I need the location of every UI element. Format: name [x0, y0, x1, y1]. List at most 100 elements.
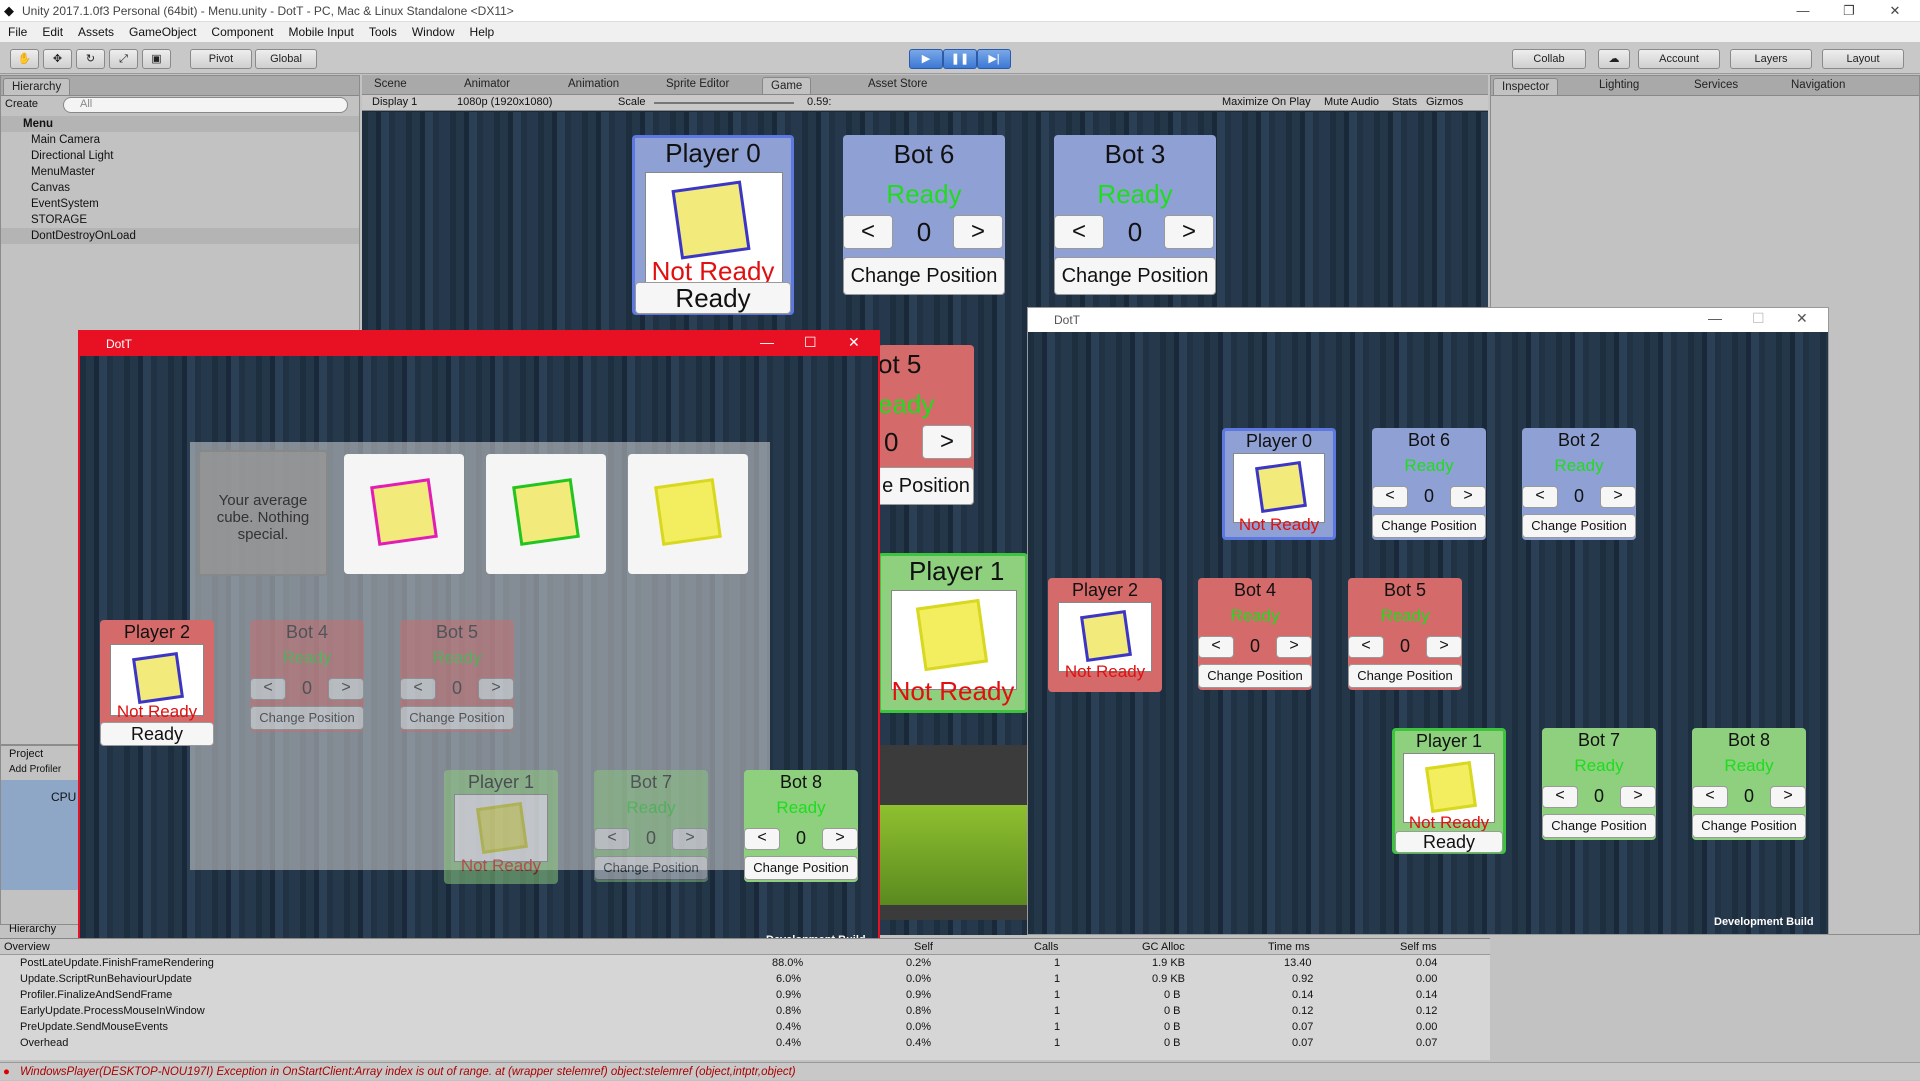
- account-dropdown[interactable]: Account: [1638, 49, 1720, 69]
- menu-gameobject[interactable]: GameObject: [121, 22, 203, 39]
- next-button[interactable]: >: [953, 215, 1003, 249]
- prev-button[interactable]: <: [400, 678, 436, 700]
- menu-mobile-input[interactable]: Mobile Input: [280, 22, 360, 39]
- overview-header[interactable]: Overview: [4, 939, 50, 955]
- prev-button[interactable]: <: [1522, 486, 1558, 508]
- next-button[interactable]: >: [1426, 636, 1462, 658]
- tab-asset-store[interactable]: Asset Store: [868, 78, 927, 90]
- tab-game[interactable]: Game: [762, 77, 812, 94]
- change-position-button[interactable]: Change Position: [1692, 814, 1806, 838]
- menu-assets[interactable]: Assets: [70, 22, 121, 39]
- tab-sprite-editor[interactable]: Sprite Editor: [666, 78, 729, 90]
- pause-button[interactable]: ❚❚: [943, 49, 977, 69]
- change-position-button[interactable]: Change Position: [1542, 814, 1656, 838]
- prev-button[interactable]: <: [843, 215, 893, 249]
- change-position-button[interactable]: Change Position: [594, 856, 708, 880]
- next-button[interactable]: >: [672, 828, 708, 850]
- table-row[interactable]: PostLateUpdate.FinishFrameRendering 88.0%…: [0, 955, 1490, 971]
- rect-tool-icon[interactable]: ▣: [142, 49, 171, 69]
- change-position-button[interactable]: Change Position: [1372, 514, 1486, 538]
- table-row[interactable]: Update.ScriptRunBehaviourUpdate 6.0% 0.0% 1…: [0, 971, 1490, 987]
- tab-services[interactable]: Services: [1694, 79, 1738, 91]
- layout-dropdown[interactable]: Layout: [1822, 49, 1904, 69]
- play-button[interactable]: ▶: [909, 49, 943, 69]
- gc-alloc-header[interactable]: GC Alloc: [1142, 939, 1185, 955]
- menu-file[interactable]: File: [0, 22, 34, 39]
- move-tool-icon[interactable]: ✥: [43, 49, 72, 69]
- global-button[interactable]: Global: [255, 49, 317, 69]
- hierarchy-item[interactable]: STORAGE: [1, 212, 359, 228]
- change-position-button[interactable]: Change Position: [1054, 257, 1216, 295]
- maximize-icon[interactable]: ☐: [804, 334, 817, 351]
- hand-tool-icon[interactable]: ✋: [10, 49, 39, 69]
- create-dropdown[interactable]: Create: [5, 98, 57, 114]
- scene-row[interactable]: Menu: [1, 116, 359, 132]
- rotate-tool-icon[interactable]: ↻: [76, 49, 105, 69]
- maximize-on-play-toggle[interactable]: Maximize On Play: [1222, 96, 1311, 108]
- tab-lighting[interactable]: Lighting: [1599, 79, 1639, 91]
- tab-scene[interactable]: Scene: [374, 78, 407, 90]
- close-icon[interactable]: ✕: [1796, 310, 1808, 327]
- menu-edit[interactable]: Edit: [34, 22, 70, 39]
- tab-animation[interactable]: Animation: [568, 78, 619, 90]
- next-button[interactable]: >: [1600, 486, 1636, 508]
- next-button[interactable]: >: [1164, 215, 1214, 249]
- menu-tools[interactable]: Tools: [361, 22, 404, 39]
- change-position-button[interactable]: Change Position: [400, 706, 514, 730]
- hierarchy-item[interactable]: Directional Light: [1, 148, 359, 164]
- next-button[interactable]: >: [1450, 486, 1486, 508]
- close-icon[interactable]: ✕: [848, 334, 860, 351]
- menu-help[interactable]: Help: [462, 22, 502, 39]
- gizmos-dropdown[interactable]: Gizmos: [1426, 96, 1463, 108]
- prev-button[interactable]: <: [1692, 786, 1728, 808]
- stats-toggle[interactable]: Stats: [1392, 96, 1417, 108]
- prev-button[interactable]: <: [1198, 636, 1234, 658]
- change-position-button[interactable]: Change Position: [744, 856, 858, 880]
- character-option[interactable]: [628, 454, 748, 574]
- hierarchy-item[interactable]: Canvas: [1, 180, 359, 196]
- next-button[interactable]: >: [328, 678, 364, 700]
- next-button[interactable]: >: [822, 828, 858, 850]
- tab-hierarchy[interactable]: Hierarchy: [3, 78, 71, 95]
- cloud-icon[interactable]: ☁: [1598, 49, 1630, 69]
- hierarchy-search-input[interactable]: All: [63, 97, 348, 113]
- dontdestroy-row[interactable]: DontDestroyOnLoad: [1, 228, 359, 244]
- minimize-icon[interactable]: —: [1780, 0, 1826, 22]
- next-button[interactable]: >: [1770, 786, 1806, 808]
- ready-button[interactable]: Ready: [1395, 831, 1503, 853]
- character-option[interactable]: [344, 454, 464, 574]
- close-icon[interactable]: ✕: [1872, 0, 1918, 22]
- prev-button[interactable]: <: [1372, 486, 1408, 508]
- step-button[interactable]: ▶|: [977, 49, 1011, 69]
- menu-window[interactable]: Window: [404, 22, 462, 39]
- scale-slider[interactable]: [654, 102, 794, 104]
- next-button[interactable]: >: [1276, 636, 1312, 658]
- prev-button[interactable]: <: [1054, 215, 1104, 249]
- collab-button[interactable]: Collab: [1512, 49, 1586, 69]
- hierarchy-item[interactable]: Main Camera: [1, 132, 359, 148]
- table-row[interactable]: PreUpdate.SendMouseEvents 0.4% 0.0% 1 0 B 0.0…: [0, 1019, 1490, 1035]
- self-ms-header[interactable]: Self ms: [1400, 939, 1437, 955]
- change-position-button[interactable]: Change Position: [1348, 664, 1462, 688]
- maximize-icon[interactable]: ☐: [1752, 310, 1765, 327]
- maximize-icon[interactable]: ❐: [1826, 0, 1872, 22]
- prev-button[interactable]: <: [744, 828, 780, 850]
- scale-tool-icon[interactable]: ⤢: [109, 49, 138, 69]
- change-position-button[interactable]: Change Position: [843, 257, 1005, 295]
- self-header[interactable]: Self: [914, 939, 933, 955]
- next-button[interactable]: >: [922, 425, 972, 459]
- next-button[interactable]: >: [478, 678, 514, 700]
- tab-inspector[interactable]: Inspector: [1493, 78, 1559, 95]
- prev-button[interactable]: <: [1348, 636, 1384, 658]
- character-option[interactable]: [486, 454, 606, 574]
- change-position-button[interactable]: Change Position: [1522, 514, 1636, 538]
- calls-header[interactable]: Calls: [1034, 939, 1058, 955]
- minimize-icon[interactable]: —: [760, 334, 774, 350]
- table-row[interactable]: Overhead 0.4% 0.4% 1 0 B 0.07 0.07: [0, 1035, 1490, 1051]
- table-row[interactable]: Profiler.FinalizeAndSendFrame 0.9% 0.9% 1 0 …: [0, 987, 1490, 1003]
- prev-button[interactable]: <: [1542, 786, 1578, 808]
- display-dropdown[interactable]: Display 1: [372, 96, 417, 108]
- next-button[interactable]: >: [1620, 786, 1656, 808]
- resolution-dropdown[interactable]: 1080p (1920x1080): [457, 96, 552, 108]
- minimize-icon[interactable]: —: [1708, 310, 1722, 326]
